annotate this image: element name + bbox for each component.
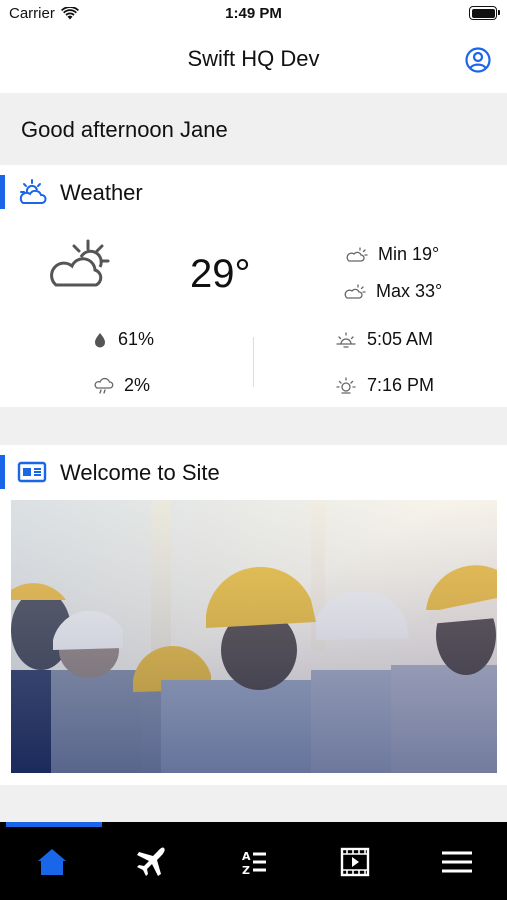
a-z-list-icon: A Z — [242, 850, 266, 877]
video-icon — [340, 847, 370, 877]
max-temp-row: Max 33° — [344, 281, 442, 302]
humidity-icon — [95, 332, 105, 347]
card-accent-bar — [0, 455, 5, 489]
profile-button[interactable] — [464, 46, 492, 74]
max-temp: Max 33° — [376, 281, 443, 301]
rain-cloud-icon — [94, 377, 114, 394]
weather-divider — [253, 337, 254, 387]
hamburger-menu-icon — [442, 851, 472, 873]
sunrise-time: 5:05 AM — [367, 329, 434, 349]
sunset-icon — [336, 376, 356, 394]
welcome-card[interactable]: Welcome to Site — [0, 445, 507, 785]
active-tab-indicator — [6, 822, 102, 827]
tab-menu[interactable] — [437, 842, 477, 882]
partly-cloudy-small-icon — [344, 283, 366, 299]
battery-icon — [469, 6, 500, 20]
min-temp: Min 19° — [378, 244, 440, 264]
current-temperature: 29° — [190, 252, 251, 296]
partly-cloudy-small-icon — [346, 246, 368, 262]
rain-row: 2% — [94, 375, 150, 396]
sunrise-icon — [336, 331, 356, 348]
sunrise-row: 5:05 AM — [335, 329, 433, 350]
home-icon — [38, 849, 66, 875]
news-icon — [17, 461, 47, 483]
svg-text:A: A — [242, 850, 251, 863]
svg-text:Z: Z — [242, 864, 250, 877]
weather-card[interactable]: Weather 29° Min 19° Max 33° 61% 2% 5:05 … — [0, 165, 507, 407]
site-workers-image[interactable] — [11, 500, 497, 773]
tab-videos[interactable] — [335, 842, 375, 882]
tab-home[interactable] — [32, 842, 72, 882]
greeting-text: Good afternoon Jane — [0, 93, 507, 165]
tab-travel[interactable] — [132, 842, 172, 882]
user-circle-icon — [465, 47, 491, 73]
airplane-icon — [137, 847, 165, 876]
sunset-row: 7:16 PM — [335, 375, 434, 396]
app-title: Swift HQ Dev — [187, 46, 320, 71]
weather-card-header: Weather — [0, 165, 507, 221]
status-bar: Carrier 1:49 PM — [0, 0, 507, 28]
humidity-value: 61% — [118, 329, 155, 349]
nav-bar: Swift HQ Dev — [0, 28, 507, 93]
tab-bar: A Z — [0, 822, 507, 900]
tab-directory[interactable]: A Z — [234, 842, 274, 882]
card-accent-bar — [0, 175, 5, 209]
weather-icon — [19, 179, 47, 204]
sunset-time: 7:16 PM — [367, 375, 435, 395]
min-temp-row: Min 19° — [346, 244, 439, 265]
welcome-title: Welcome to Site — [60, 460, 220, 485]
humidity-row: 61% — [92, 329, 154, 350]
partly-cloudy-icon — [50, 239, 110, 287]
rain-chance-value: 2% — [124, 375, 151, 395]
status-time: 1:49 PM — [225, 5, 282, 22]
hard-hat-workers-illustration — [11, 500, 497, 773]
weather-title: Weather — [60, 180, 143, 205]
welcome-card-header: Welcome to Site — [0, 445, 507, 501]
